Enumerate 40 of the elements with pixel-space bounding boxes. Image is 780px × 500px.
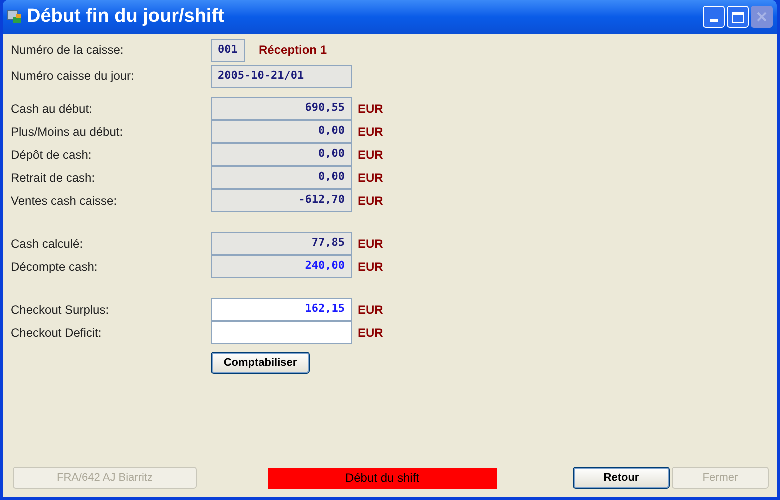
amount-field[interactable]: 690,55 bbox=[211, 97, 352, 120]
field-label: Checkout Surplus: bbox=[11, 302, 110, 318]
currency-label: EUR bbox=[358, 258, 384, 276]
field-label: Checkout Deficit: bbox=[11, 324, 103, 342]
field-label: Dépôt de cash: bbox=[11, 146, 93, 164]
field-label: Ventes cash caisse: bbox=[11, 192, 118, 210]
amount-field[interactable] bbox=[211, 321, 352, 344]
field-label: Numéro de la caisse: bbox=[11, 42, 125, 59]
footer-button[interactable]: Retour bbox=[573, 467, 670, 489]
amount-field[interactable]: 0,00 bbox=[211, 143, 352, 166]
amount-field[interactable]: 240,00 bbox=[211, 255, 352, 278]
field-label: Retrait de cash: bbox=[11, 170, 96, 186]
amount-field[interactable]: 0,00 bbox=[211, 120, 352, 143]
post-button[interactable]: Comptabiliser bbox=[211, 352, 310, 374]
minimize-button[interactable] bbox=[703, 6, 725, 28]
field-label: Décompte cash: bbox=[11, 258, 99, 276]
app-icon bbox=[7, 9, 23, 25]
currency-label: EUR bbox=[358, 100, 384, 118]
currency-label: EUR bbox=[358, 324, 384, 342]
currency-label: EUR bbox=[358, 302, 384, 318]
text-field[interactable]: 2005-10-21/01 bbox=[211, 64, 352, 88]
amount-field[interactable]: 0,00 bbox=[211, 166, 352, 189]
register-name: Réception 1 bbox=[259, 42, 328, 59]
amount-field[interactable]: 162,15 bbox=[211, 298, 352, 321]
currency-label: EUR bbox=[358, 170, 384, 186]
maximize-button[interactable] bbox=[727, 6, 749, 28]
status-banner: Début du shift bbox=[268, 468, 497, 488]
window-title: Début fin du jour/shift bbox=[27, 4, 226, 29]
field-label: Cash au début: bbox=[11, 100, 94, 118]
amount-field[interactable]: -612,70 bbox=[211, 189, 352, 212]
field-label: Cash calculé: bbox=[11, 236, 84, 252]
currency-label: EUR bbox=[358, 192, 384, 210]
field-label: Numéro caisse du jour: bbox=[11, 68, 136, 85]
currency-label: EUR bbox=[358, 146, 384, 164]
close-icon bbox=[756, 11, 768, 23]
text-field[interactable]: 001 bbox=[211, 38, 245, 62]
currency-label: EUR bbox=[358, 124, 384, 140]
field-label: Plus/Moins au début: bbox=[11, 124, 124, 140]
currency-label: EUR bbox=[358, 236, 384, 252]
amount-field[interactable]: 77,85 bbox=[211, 232, 352, 255]
